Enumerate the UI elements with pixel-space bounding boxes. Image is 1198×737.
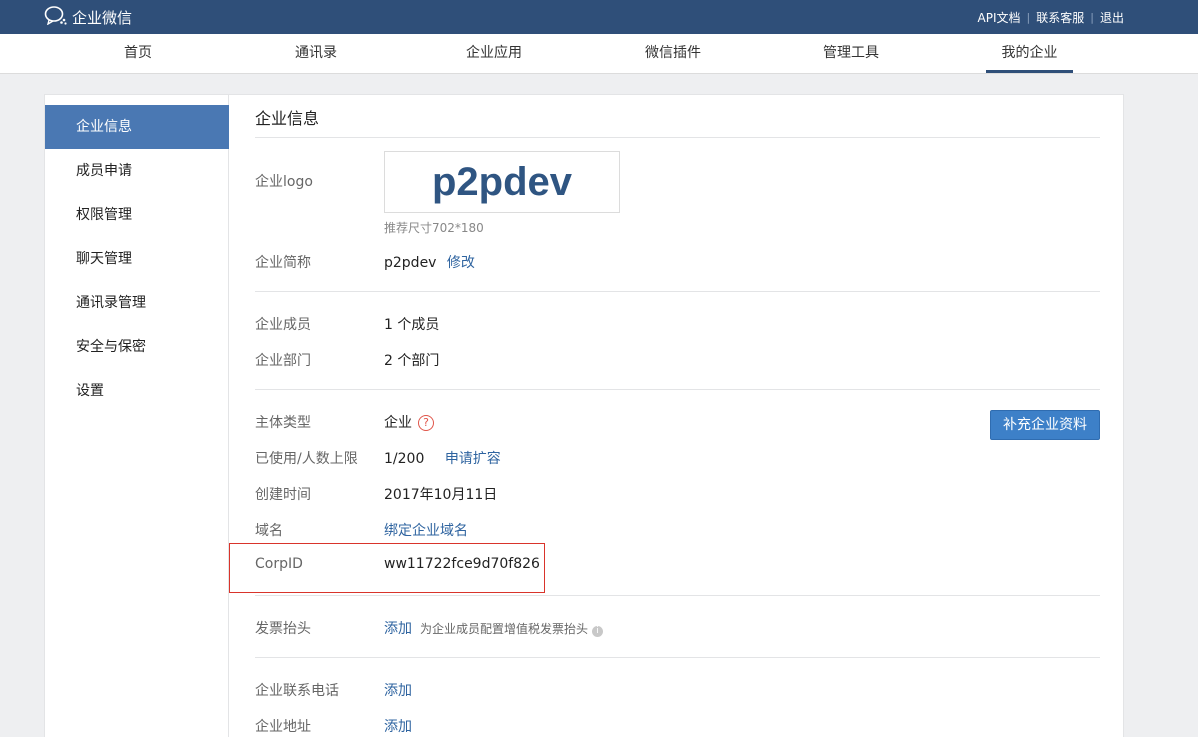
- sidebar-item-security[interactable]: 安全与保密: [45, 325, 229, 369]
- divider: [255, 595, 1100, 596]
- info-icon[interactable]: i: [592, 626, 604, 637]
- usage-label: 已使用/人数上限: [255, 451, 358, 467]
- nav-wechat-plugin[interactable]: 微信插件: [636, 34, 710, 73]
- short-name-value: p2pdev: [384, 255, 437, 271]
- sidebar-item-permissions[interactable]: 权限管理: [45, 193, 229, 237]
- divider: [255, 389, 1100, 390]
- contact-support-link[interactable]: 联系客服: [1036, 9, 1084, 26]
- main-nav: 首页 通讯录 企业应用 微信插件 管理工具 我的企业: [0, 34, 1198, 74]
- top-links: API文档 | 联系客服 | 退出: [978, 9, 1124, 26]
- logout-link[interactable]: 退出: [1100, 9, 1124, 26]
- request-expansion-link[interactable]: 申请扩容: [445, 451, 501, 467]
- domain-label: 域名: [255, 523, 283, 539]
- supplement-info-button[interactable]: 补充企业资料: [990, 410, 1100, 440]
- created-value: 2017年10月11日: [384, 487, 498, 503]
- divider: [255, 657, 1100, 658]
- separator: |: [1090, 11, 1094, 24]
- divider: [255, 137, 1100, 138]
- nav-apps[interactable]: 企业应用: [458, 34, 530, 73]
- corpid-value: ww11722fce9d70f826: [384, 556, 540, 572]
- separator: |: [1026, 11, 1031, 24]
- logo-label: 企业logo: [255, 174, 313, 190]
- sidebar-item-company-info[interactable]: 企业信息: [45, 105, 229, 149]
- add-address-link[interactable]: 添加: [384, 716, 412, 736]
- brand[interactable]: 企业微信: [44, 5, 133, 29]
- departments-value: 2 个部门: [384, 353, 440, 369]
- main-card: 企业信息 成员申请 权限管理 聊天管理 通讯录管理 安全与保密 设置 企业信息 …: [44, 94, 1124, 737]
- usage-value: 1/200: [384, 451, 425, 467]
- invoice-note: 为企业成员配置增值税发票抬头: [420, 622, 589, 636]
- entity-type-value: 企业: [384, 415, 412, 431]
- invoice-label: 发票抬头: [255, 621, 311, 637]
- divider: [255, 291, 1100, 292]
- usage-value-row: 1/200 申请扩容: [384, 448, 501, 468]
- address-label: 企业地址: [255, 719, 311, 735]
- entity-type-value-row: 企业?: [384, 412, 434, 432]
- add-phone-link[interactable]: 添加: [384, 680, 412, 700]
- company-logo[interactable]: p2pdev: [384, 151, 620, 213]
- invoice-value-row: 添加 为企业成员配置增值税发票抬头 i: [384, 618, 604, 638]
- logo-size-hint: 推荐尺寸702*180: [384, 221, 484, 235]
- nav-my-company[interactable]: 我的企业: [986, 34, 1073, 73]
- sidebar-item-settings[interactable]: 设置: [45, 369, 229, 413]
- api-docs-link[interactable]: API文档: [978, 9, 1021, 26]
- short-name-value-row: p2pdev 修改: [384, 252, 475, 272]
- top-bar: 企业微信 API文档 | 联系客服 | 退出: [0, 0, 1198, 34]
- wework-logo-icon: [44, 5, 72, 29]
- corpid-label: CorpID: [255, 556, 303, 572]
- help-icon[interactable]: ?: [418, 415, 434, 431]
- sidebar-item-chat-management[interactable]: 聊天管理: [45, 237, 229, 281]
- sidebar-item-member-requests[interactable]: 成员申请: [45, 149, 229, 193]
- nav-management-tools[interactable]: 管理工具: [814, 34, 888, 73]
- nav-contacts[interactable]: 通讯录: [282, 34, 350, 73]
- sidebar: 企业信息 成员申请 权限管理 聊天管理 通讯录管理 安全与保密 设置: [45, 95, 229, 737]
- nav-home[interactable]: 首页: [108, 34, 168, 73]
- short-name-label: 企业简称: [255, 255, 311, 271]
- members-value: 1 个成员: [384, 317, 440, 333]
- members-label: 企业成员: [255, 317, 311, 333]
- brand-name: 企业微信: [72, 8, 133, 27]
- created-label: 创建时间: [255, 487, 311, 503]
- sidebar-item-contacts-management[interactable]: 通讯录管理: [45, 281, 229, 325]
- departments-label: 企业部门: [255, 353, 311, 369]
- add-invoice-link[interactable]: 添加: [384, 621, 412, 637]
- edit-short-name-link[interactable]: 修改: [447, 255, 475, 271]
- entity-type-label: 主体类型: [255, 415, 311, 431]
- page-title: 企业信息: [255, 109, 320, 128]
- bind-domain-link[interactable]: 绑定企业域名: [384, 520, 468, 540]
- phone-label: 企业联系电话: [255, 683, 339, 699]
